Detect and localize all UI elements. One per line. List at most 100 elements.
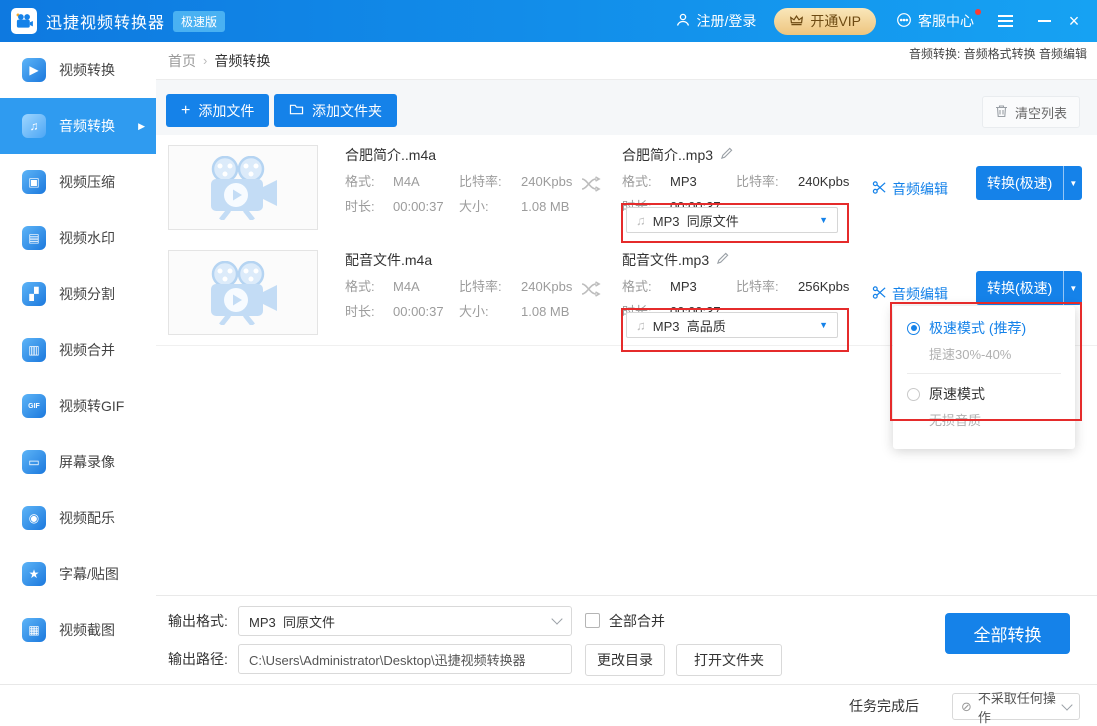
close-button[interactable]: ×: [1063, 10, 1085, 32]
after-task-select[interactable]: ⊘ 不采取任何操作: [952, 693, 1080, 720]
rename-pencil-icon[interactable]: [716, 252, 729, 268]
rename-pencil-icon[interactable]: [720, 147, 733, 163]
target-filename: 配音文件.mp3: [622, 250, 882, 270]
sidebar-item-video-compress[interactable]: ▣ 视频压缩: [0, 154, 156, 210]
file-row-1: 合肥简介..m4a 格式:M4A比特率:240Kpbs 时长:00:00:37大…: [156, 135, 1097, 241]
minimize-button[interactable]: [1033, 10, 1055, 32]
sidebar-item-subtitle-sticker[interactable]: ★ 字幕/贴图: [0, 546, 156, 602]
output-format-select[interactable]: MP3 同原文件: [238, 606, 572, 636]
sidebar-item-video-screenshot[interactable]: ▦ 视频截图: [0, 602, 156, 658]
sidebar-item-video-music[interactable]: ◉ 视频配乐: [0, 490, 156, 546]
menu-divider: [907, 373, 1061, 374]
output-path-input[interactable]: [238, 644, 572, 674]
notification-dot: [975, 9, 981, 15]
chat-icon: [896, 12, 912, 31]
menu-button[interactable]: [994, 11, 1017, 31]
video-screenshot-icon: ▦: [22, 618, 46, 642]
clear-list-button[interactable]: 清空列表: [982, 96, 1080, 128]
add-file-button[interactable]: + 添加文件: [166, 94, 269, 127]
audio-edit-link[interactable]: 音频编辑: [872, 179, 948, 199]
scissors-icon: [872, 285, 887, 303]
chevron-down-icon: [551, 613, 562, 624]
app-title: 迅捷视频转换器: [46, 9, 165, 33]
output-path-label: 输出路径:: [168, 644, 228, 674]
sidebar-item-video-convert[interactable]: ▶ 视频转换: [0, 42, 156, 98]
screen-record-icon: ▭: [22, 450, 46, 474]
plus-icon: +: [181, 103, 190, 119]
user-icon: [675, 12, 691, 31]
output-preset-select[interactable]: ♫ MP3 高品质 ▼: [626, 312, 838, 338]
app-window: 迅捷视频转换器 极速版 注册/登录 开通VIP 客服中心 × ▶ 视频转换: [0, 0, 1097, 726]
output-settings-panel: 输出格式: MP3 同原文件 全部合并 输出路径: 更改目录 打开文件夹 全部转…: [156, 595, 1097, 684]
merge-all-label: 全部合并: [609, 606, 665, 636]
video-music-icon: ◉: [22, 506, 46, 530]
convert-all-button[interactable]: 全部转换: [945, 613, 1070, 654]
breadcrumb: 首页 › 音频转换 音频转换: 音频格式转换 音频编辑: [156, 42, 1097, 80]
caret-down-icon: ▼: [819, 320, 828, 330]
title-bar: 迅捷视频转换器 极速版 注册/登录 开通VIP 客服中心 ×: [0, 0, 1097, 42]
app-logo-icon: [11, 8, 37, 34]
shuffle-icon: [580, 175, 602, 198]
music-note-icon: ♫: [636, 318, 646, 333]
target-filename: 合肥简介..mp3: [622, 145, 882, 165]
sidebar-item-screen-record[interactable]: ▭ 屏幕录像: [0, 434, 156, 490]
support-button[interactable]: 客服中心: [896, 11, 974, 31]
open-folder-button[interactable]: 打开文件夹: [676, 644, 782, 676]
toolbar: + 添加文件 添加文件夹 清空列表: [156, 80, 1097, 135]
sidebar-item-audio-convert[interactable]: ♫ 音频转换 ▶: [0, 98, 156, 154]
sidebar-item-video-watermark[interactable]: ▤ 视频水印: [0, 210, 156, 266]
crown-icon: [789, 13, 804, 29]
login-button[interactable]: 注册/登录: [675, 11, 757, 31]
video-convert-icon: ▶: [22, 58, 46, 82]
menu-item-fast-mode[interactable]: 极速模式 (推荐) 提速30%-40%: [893, 318, 1075, 363]
output-preset-select[interactable]: ♫ MP3 同原文件 ▼: [626, 207, 838, 233]
subtitle-sticker-icon: ★: [22, 562, 46, 586]
convert-button-group: 转换(极速) ▼: [976, 166, 1082, 200]
convert-dropdown-toggle[interactable]: ▼: [1063, 271, 1082, 305]
convert-button[interactable]: 转换(极速): [976, 166, 1063, 200]
video-split-icon: ▞: [22, 282, 46, 306]
video-to-gif-icon: GIF: [22, 394, 46, 418]
radio-unselected-icon[interactable]: [907, 388, 920, 401]
output-format-label: 输出格式:: [168, 606, 228, 636]
source-filename: 配音文件.m4a: [345, 250, 617, 270]
convert-button-group: 转换(极速) ▼: [976, 271, 1082, 305]
shuffle-icon: [580, 280, 602, 303]
menu-item-normal-mode[interactable]: 原速模式 无损音质: [893, 384, 1075, 429]
sidebar-item-video-to-gif[interactable]: GIF 视频转GIF: [0, 378, 156, 434]
video-watermark-icon: ▤: [22, 226, 46, 250]
version-badge: 极速版: [173, 11, 225, 32]
source-file-info: 配音文件.m4a 格式:M4A比特率:240Kpbs 时长:00:00:37大小…: [345, 250, 617, 320]
submenu-arrow-icon: ▶: [138, 121, 145, 132]
add-folder-button[interactable]: 添加文件夹: [274, 94, 397, 127]
scissors-icon: [872, 180, 887, 198]
sidebar: ▶ 视频转换 ♫ 音频转换 ▶ ▣ 视频压缩 ▤ 视频水印 ▞ 视频分割 ▥ 视…: [0, 42, 157, 684]
convert-dropdown-toggle[interactable]: ▼: [1063, 166, 1082, 200]
merge-all-checkbox[interactable]: [585, 613, 600, 628]
breadcrumb-current: 音频转换: [214, 51, 270, 71]
change-directory-button[interactable]: 更改目录: [585, 644, 665, 676]
folder-icon: [289, 103, 304, 119]
trash-icon: [995, 104, 1008, 121]
audio-convert-icon: ♫: [22, 114, 46, 138]
radio-selected-icon[interactable]: [907, 322, 920, 335]
video-thumbnail[interactable]: [168, 145, 318, 230]
page-subtitle-note: 音频转换: 音频格式转换 音频编辑: [909, 45, 1087, 62]
sidebar-item-video-merge[interactable]: ▥ 视频合并: [0, 322, 156, 378]
audio-edit-link[interactable]: 音频编辑: [872, 284, 948, 304]
after-task-label: 任务完成后: [849, 685, 919, 726]
source-filename: 合肥简介..m4a: [345, 145, 617, 165]
sidebar-item-video-split[interactable]: ▞ 视频分割: [0, 266, 156, 322]
chevron-down-icon: [1061, 699, 1072, 710]
video-merge-icon: ▥: [22, 338, 46, 362]
music-note-icon: ♫: [636, 213, 646, 228]
source-file-info: 合肥简介..m4a 格式:M4A比特率:240Kpbs 时长:00:00:37大…: [345, 145, 617, 215]
status-bar: 任务完成后 ⊘ 不采取任何操作: [0, 684, 1097, 726]
no-action-icon: ⊘: [961, 699, 972, 715]
breadcrumb-separator-icon: ›: [203, 53, 207, 68]
vip-button[interactable]: 开通VIP: [774, 8, 876, 35]
video-thumbnail[interactable]: [168, 250, 318, 335]
target-file-info: 合肥简介..mp3 格式:MP3比特率:240Kpbs 时长:00:00:37: [622, 145, 882, 215]
breadcrumb-home[interactable]: 首页: [168, 51, 196, 71]
convert-button[interactable]: 转换(极速): [976, 271, 1063, 305]
